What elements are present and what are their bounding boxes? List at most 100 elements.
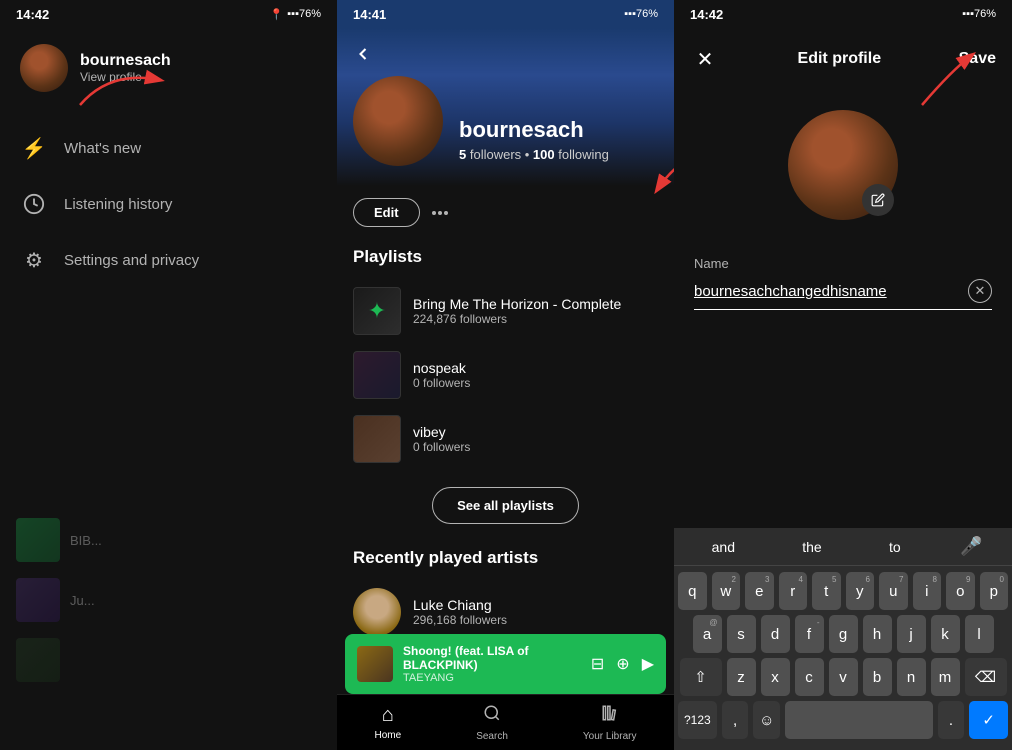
playlist-item-1[interactable]: nospeak 0 followers bbox=[337, 343, 674, 407]
playlist-item-2[interactable]: vibey 0 followers bbox=[337, 407, 674, 471]
key-k[interactable]: k bbox=[931, 615, 960, 653]
name-input[interactable] bbox=[694, 283, 968, 300]
key-m[interactable]: m bbox=[931, 658, 960, 696]
signal-icons: ▪▪▪76% bbox=[287, 8, 321, 20]
key-y[interactable]: y6 bbox=[846, 572, 875, 610]
bg-thumb-2 bbox=[16, 578, 60, 622]
close-button[interactable]: ✕ bbox=[690, 44, 720, 74]
settings-label: Settings and privacy bbox=[64, 252, 199, 269]
edit-avatar[interactable] bbox=[788, 110, 898, 220]
key-e[interactable]: e3 bbox=[745, 572, 774, 610]
listening-history-label: Listening history bbox=[64, 196, 172, 213]
emoji-key[interactable]: ☺ bbox=[753, 701, 780, 739]
key-n[interactable]: n bbox=[897, 658, 926, 696]
save-button[interactable]: Save bbox=[959, 50, 996, 68]
np-artist: TAEYANG bbox=[403, 672, 581, 684]
key-a[interactable]: a@ bbox=[693, 615, 722, 653]
np-thumbnail bbox=[357, 646, 393, 682]
menu-item-whats-new[interactable]: ⚡ What's new bbox=[0, 120, 337, 176]
avatar-image bbox=[20, 44, 68, 92]
mic-icon[interactable]: 🎤 bbox=[960, 536, 982, 557]
nav-library[interactable]: Your Library bbox=[583, 704, 637, 742]
search-icon bbox=[483, 704, 501, 728]
key-g[interactable]: g bbox=[829, 615, 858, 653]
numbers-key[interactable]: ?123 bbox=[678, 701, 717, 739]
playlist-item-0[interactable]: ✦ Bring Me The Horizon - Complete 224,87… bbox=[337, 279, 674, 343]
key-d[interactable]: d bbox=[761, 615, 790, 653]
key-s[interactable]: s bbox=[727, 615, 756, 653]
status-bar-left: 14:42 📍 ▪▪▪76% bbox=[0, 0, 337, 28]
profile-header[interactable]: bournesach View profile bbox=[0, 32, 337, 104]
edit-button[interactable]: Edit bbox=[353, 198, 420, 227]
see-all-playlists-button[interactable]: See all playlists bbox=[432, 487, 579, 524]
now-playing-bar[interactable]: Shoong! (feat. LISA of BLACKPINK) TAEYAN… bbox=[345, 634, 666, 694]
menu-list: ⚡ What's new Listening history ⚙ Setting… bbox=[0, 112, 337, 296]
nav-home[interactable]: ⌂ Home bbox=[375, 704, 402, 741]
key-v[interactable]: v bbox=[829, 658, 858, 696]
np-add-icon[interactable]: ⊕ bbox=[616, 654, 629, 674]
key-j[interactable]: j bbox=[897, 615, 926, 653]
edit-profile-title: Edit profile bbox=[798, 50, 882, 68]
backspace-key[interactable]: ⌫ bbox=[965, 658, 1007, 696]
shift-key[interactable]: ⇧ bbox=[680, 658, 722, 696]
nav-search[interactable]: Search bbox=[476, 704, 508, 742]
np-title: Shoong! (feat. LISA of BLACKPINK) bbox=[403, 644, 581, 672]
name-field: Name ✕ bbox=[674, 240, 1012, 326]
period-key[interactable]: . bbox=[938, 701, 965, 739]
np-play-icon[interactable]: ▶ bbox=[642, 654, 654, 674]
bg-thumb-1 bbox=[16, 518, 60, 562]
status-bar-center: 14:41 ▪▪▪76% bbox=[337, 0, 674, 28]
back-button[interactable] bbox=[353, 44, 658, 64]
playlist-followers-0: 224,876 followers bbox=[413, 312, 621, 326]
key-i[interactable]: i8 bbox=[913, 572, 942, 610]
profile-actions: Edit bbox=[337, 186, 674, 239]
comma-key[interactable]: , bbox=[722, 701, 749, 739]
name-label: Name bbox=[694, 256, 992, 271]
playlist-name-2: vibey bbox=[413, 424, 470, 440]
key-x[interactable]: x bbox=[761, 658, 790, 696]
key-c[interactable]: c bbox=[795, 658, 824, 696]
hero-details: bournesach 5 followers • 100 following bbox=[459, 117, 609, 166]
key-l[interactable]: l bbox=[965, 615, 994, 653]
key-t[interactable]: t5 bbox=[812, 572, 841, 610]
key-b[interactable]: b bbox=[863, 658, 892, 696]
dot2 bbox=[438, 211, 442, 215]
suggestion-and[interactable]: and bbox=[704, 537, 743, 557]
location-icon: 📍 bbox=[270, 8, 284, 21]
clear-name-button[interactable]: ✕ bbox=[968, 279, 992, 303]
space-key[interactable] bbox=[785, 701, 932, 739]
panel-right-edit: 14:42 ▪▪▪76% ✕ Edit profile Save Na bbox=[674, 0, 1012, 750]
more-options-button[interactable] bbox=[432, 211, 448, 215]
menu-item-listening-history[interactable]: Listening history bbox=[0, 176, 337, 232]
time-right: 14:42 bbox=[690, 7, 723, 22]
key-z[interactable]: z bbox=[727, 658, 756, 696]
key-w[interactable]: w2 bbox=[712, 572, 741, 610]
key-f[interactable]: f- bbox=[795, 615, 824, 653]
whats-new-label: What's new bbox=[64, 140, 141, 157]
suggestion-the[interactable]: the bbox=[794, 537, 829, 557]
suggestion-to[interactable]: to bbox=[881, 537, 909, 557]
key-row-2: a@ s d f- g h j k l bbox=[678, 615, 1008, 653]
see-all-container: See all playlists bbox=[337, 471, 674, 540]
view-profile-link[interactable]: View profile bbox=[80, 70, 171, 84]
playlist-thumb-2 bbox=[353, 415, 401, 463]
avatar[interactable] bbox=[20, 44, 68, 92]
background-content: BIB... Ju... bbox=[0, 510, 337, 690]
hero-stats: 5 followers • 100 following bbox=[459, 147, 609, 162]
edit-avatar-button[interactable] bbox=[862, 184, 894, 216]
key-p[interactable]: p0 bbox=[980, 572, 1009, 610]
key-h[interactable]: h bbox=[863, 615, 892, 653]
dot1 bbox=[432, 211, 436, 215]
menu-item-settings[interactable]: ⚙ Settings and privacy bbox=[0, 232, 337, 288]
bg-item-3 bbox=[16, 630, 321, 690]
key-u[interactable]: u7 bbox=[879, 572, 908, 610]
np-controls: ⊟ ⊕ ▶ bbox=[591, 654, 654, 674]
return-key[interactable]: ✓ bbox=[969, 701, 1008, 739]
hero-content: bournesach 5 followers • 100 following bbox=[353, 76, 658, 166]
bg-item-2: Ju... bbox=[16, 570, 321, 630]
key-r[interactable]: r4 bbox=[779, 572, 808, 610]
key-o[interactable]: o9 bbox=[946, 572, 975, 610]
np-devices-icon[interactable]: ⊟ bbox=[591, 654, 604, 674]
key-q[interactable]: q bbox=[678, 572, 707, 610]
key-row-4: ?123 , ☺ . ✓ bbox=[678, 701, 1008, 739]
